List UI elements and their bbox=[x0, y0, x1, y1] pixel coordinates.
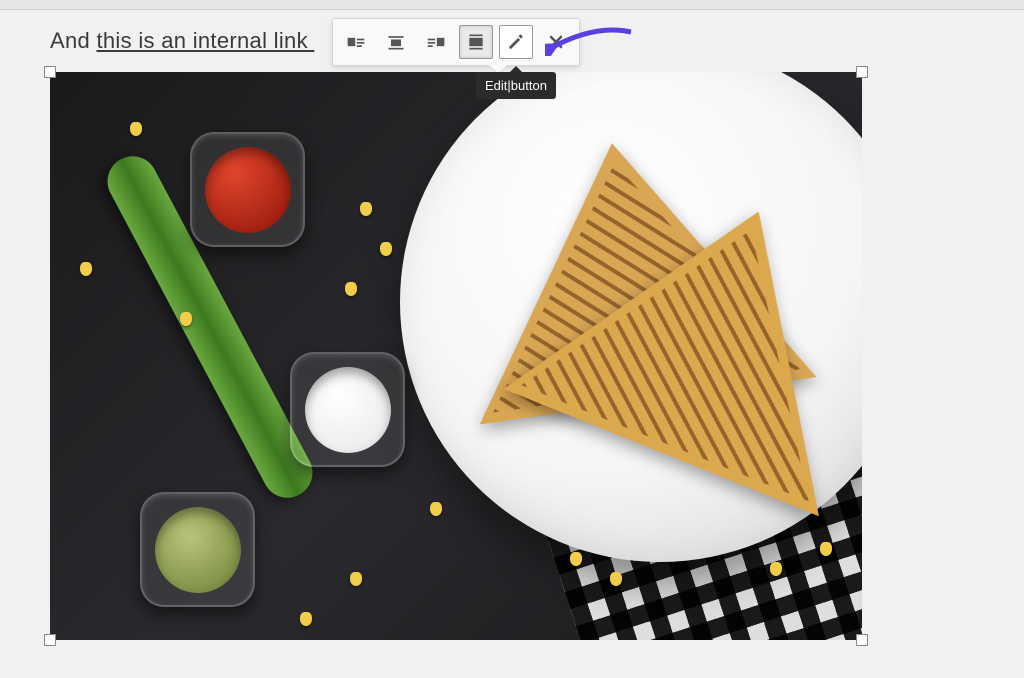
editor-canvas[interactable]: And this is an internal link to another … bbox=[0, 10, 1024, 658]
resize-handle-bottom-right[interactable] bbox=[856, 634, 868, 646]
align-center-button[interactable] bbox=[379, 25, 413, 59]
window-top-bar bbox=[0, 0, 1024, 10]
text-before: And bbox=[50, 28, 96, 53]
selected-image-block[interactable]: Edit|button bbox=[50, 72, 862, 640]
align-right-button[interactable] bbox=[419, 25, 453, 59]
align-none-button[interactable] bbox=[459, 25, 493, 59]
content-image[interactable] bbox=[50, 72, 862, 640]
resize-handle-top-left[interactable] bbox=[44, 66, 56, 78]
align-center-icon bbox=[386, 32, 406, 52]
resize-handle-bottom-left[interactable] bbox=[44, 634, 56, 646]
align-left-icon bbox=[346, 32, 366, 52]
align-right-icon bbox=[426, 32, 446, 52]
pencil-icon bbox=[506, 32, 526, 52]
remove-image-button[interactable] bbox=[539, 25, 573, 59]
edit-image-button[interactable] bbox=[499, 25, 533, 59]
align-left-button[interactable] bbox=[339, 25, 373, 59]
align-none-icon bbox=[466, 32, 486, 52]
edit-tooltip: Edit|button bbox=[476, 72, 556, 99]
internal-link[interactable]: this is an internal link bbox=[96, 28, 314, 53]
image-inline-toolbar bbox=[332, 18, 580, 66]
close-icon bbox=[546, 32, 566, 52]
resize-handle-top-right[interactable] bbox=[856, 66, 868, 78]
